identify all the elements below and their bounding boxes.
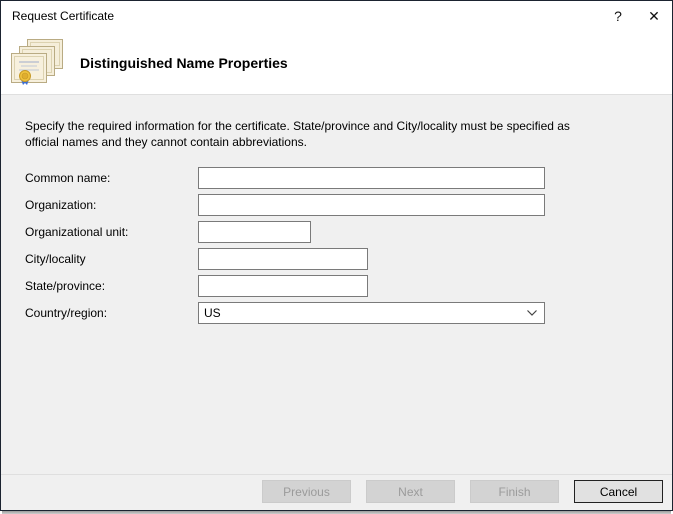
wizard-header: Distinguished Name Properties bbox=[1, 31, 672, 94]
certificates-stack-icon bbox=[11, 39, 65, 87]
close-icon: ✕ bbox=[648, 8, 660, 25]
content-area: Specify the required information for the… bbox=[1, 95, 672, 474]
next-button[interactable]: Next bbox=[366, 480, 455, 503]
city-locality-label: City/locality bbox=[25, 252, 198, 266]
previous-button[interactable]: Previous bbox=[262, 480, 351, 503]
organizational-unit-row: Organizational unit: bbox=[25, 221, 648, 243]
instruction-text: Specify the required information for the… bbox=[25, 118, 591, 150]
organization-input[interactable] bbox=[198, 194, 545, 216]
country-region-row: Country/region: US bbox=[25, 302, 648, 324]
chevron-down-icon bbox=[526, 309, 538, 317]
title-bar: Request Certificate ? ✕ bbox=[1, 1, 672, 31]
request-certificate-dialog: Request Certificate ? ✕ bbox=[0, 0, 673, 511]
city-locality-row: City/locality bbox=[25, 248, 648, 270]
common-name-label: Common name: bbox=[25, 171, 198, 185]
state-province-label: State/province: bbox=[25, 279, 198, 293]
button-bar: Previous Next Finish Cancel bbox=[1, 475, 672, 511]
country-region-select[interactable]: US bbox=[198, 302, 545, 324]
help-icon: ? bbox=[614, 8, 622, 24]
state-province-row: State/province: bbox=[25, 275, 648, 297]
country-region-label: Country/region: bbox=[25, 306, 198, 320]
page-title: Distinguished Name Properties bbox=[80, 55, 288, 71]
state-province-input[interactable] bbox=[198, 275, 368, 297]
cancel-button[interactable]: Cancel bbox=[574, 480, 663, 503]
common-name-row: Common name: bbox=[25, 167, 648, 189]
organization-row: Organization: bbox=[25, 194, 648, 216]
organizational-unit-label: Organizational unit: bbox=[25, 225, 198, 239]
organization-label: Organization: bbox=[25, 198, 198, 212]
finish-button[interactable]: Finish bbox=[470, 480, 559, 503]
organizational-unit-input[interactable] bbox=[198, 221, 311, 243]
window-title: Request Certificate bbox=[1, 9, 600, 23]
help-button[interactable]: ? bbox=[600, 1, 636, 31]
city-locality-input[interactable] bbox=[198, 248, 368, 270]
close-button[interactable]: ✕ bbox=[636, 1, 672, 31]
common-name-input[interactable] bbox=[198, 167, 545, 189]
country-region-selected-value: US bbox=[204, 306, 221, 320]
